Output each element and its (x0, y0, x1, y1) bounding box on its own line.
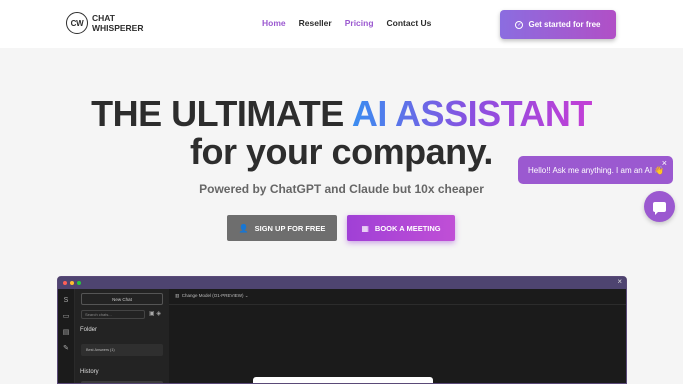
message-icon (653, 201, 666, 215)
chat-launcher-button[interactable] (644, 191, 675, 222)
minimize-dot-icon (70, 281, 74, 285)
sign-up-label: SIGN UP FOR FREE (254, 223, 326, 233)
chat-sidebar: New Chat Search chats... ▣ ◈ Folder Best… (75, 289, 169, 383)
user-icon: 👤 (238, 223, 249, 233)
close-dot-icon (63, 281, 67, 285)
folder-item[interactable]: Best Answers (1) (81, 344, 163, 356)
headline-highlight: AI ASSISTANT (351, 93, 593, 134)
calendar-icon: ▦ (361, 223, 369, 233)
folder-label: Folder (80, 327, 98, 333)
site-header: CW CHAT WHISPERER Home Reseller Pricing … (0, 0, 683, 48)
icon-rail: S ▭ ▤ ✎ (58, 289, 75, 383)
sign-up-button[interactable]: 👤 SIGN UP FOR FREE (227, 215, 337, 241)
nav-reseller[interactable]: Reseller (299, 18, 332, 28)
nav-home[interactable]: Home (262, 18, 286, 28)
maximize-dot-icon (77, 281, 81, 285)
window-close-icon[interactable]: × (617, 277, 622, 286)
logo[interactable]: CW CHAT WHISPERER (66, 12, 143, 34)
app-logo-icon: S (63, 297, 69, 304)
window-titlebar: × (58, 277, 626, 289)
prompt-icon[interactable]: ✎ (58, 344, 74, 352)
model-selector-label: Change Model (O1-PREVIEW) (181, 293, 244, 298)
book-meeting-label: BOOK A MEETING (374, 223, 441, 233)
logo-line-1: CHAT (92, 13, 115, 23)
hero-subline: Powered by ChatGPT and Claude but 10x ch… (199, 182, 484, 196)
search-chats-input[interactable]: Search chats... (81, 310, 145, 319)
close-icon[interactable]: × (662, 158, 667, 168)
message-input[interactable] (253, 377, 433, 383)
document-icon[interactable]: ▤ (58, 328, 74, 336)
get-started-button[interactable]: ✓ Get started for free (500, 10, 616, 39)
check-circle-icon: ✓ (515, 20, 524, 29)
new-chat-button[interactable]: New Chat (81, 293, 163, 305)
nav-contact[interactable]: Contact Us (387, 18, 432, 28)
chat-greeting-text: Hello!! Ask me anything. I am an AI 👋 (528, 165, 665, 175)
logo-text: CHAT WHISPERER (92, 13, 143, 33)
model-selector[interactable]: ▥ Change Model (O1-PREVIEW) ⌄ (175, 293, 249, 299)
divider (169, 304, 626, 305)
main-nav: Home Reseller Pricing Contact Us (262, 18, 431, 28)
book-meeting-button[interactable]: ▦ BOOK A MEETING (347, 215, 455, 241)
nav-pricing[interactable]: Pricing (345, 18, 374, 28)
history-label: History (80, 369, 99, 375)
app-preview: × S ▭ ▤ ✎ New Chat Search chats... ▣ ◈ F… (57, 276, 627, 384)
folder-tag-icons[interactable]: ▣ ◈ (149, 310, 161, 317)
hero-headline: THE ULTIMATE AI ASSISTANT (0, 94, 683, 134)
chat-icon[interactable]: ▭ (58, 312, 74, 320)
chat-greeting-bubble[interactable]: Hello!! Ask me anything. I am an AI 👋 × (518, 156, 673, 184)
logo-badge: CW (66, 12, 88, 34)
get-started-label: Get started for free (528, 20, 601, 29)
logo-line-2: WHISPERER (92, 23, 144, 33)
headline-part1: THE ULTIMATE (91, 93, 352, 134)
